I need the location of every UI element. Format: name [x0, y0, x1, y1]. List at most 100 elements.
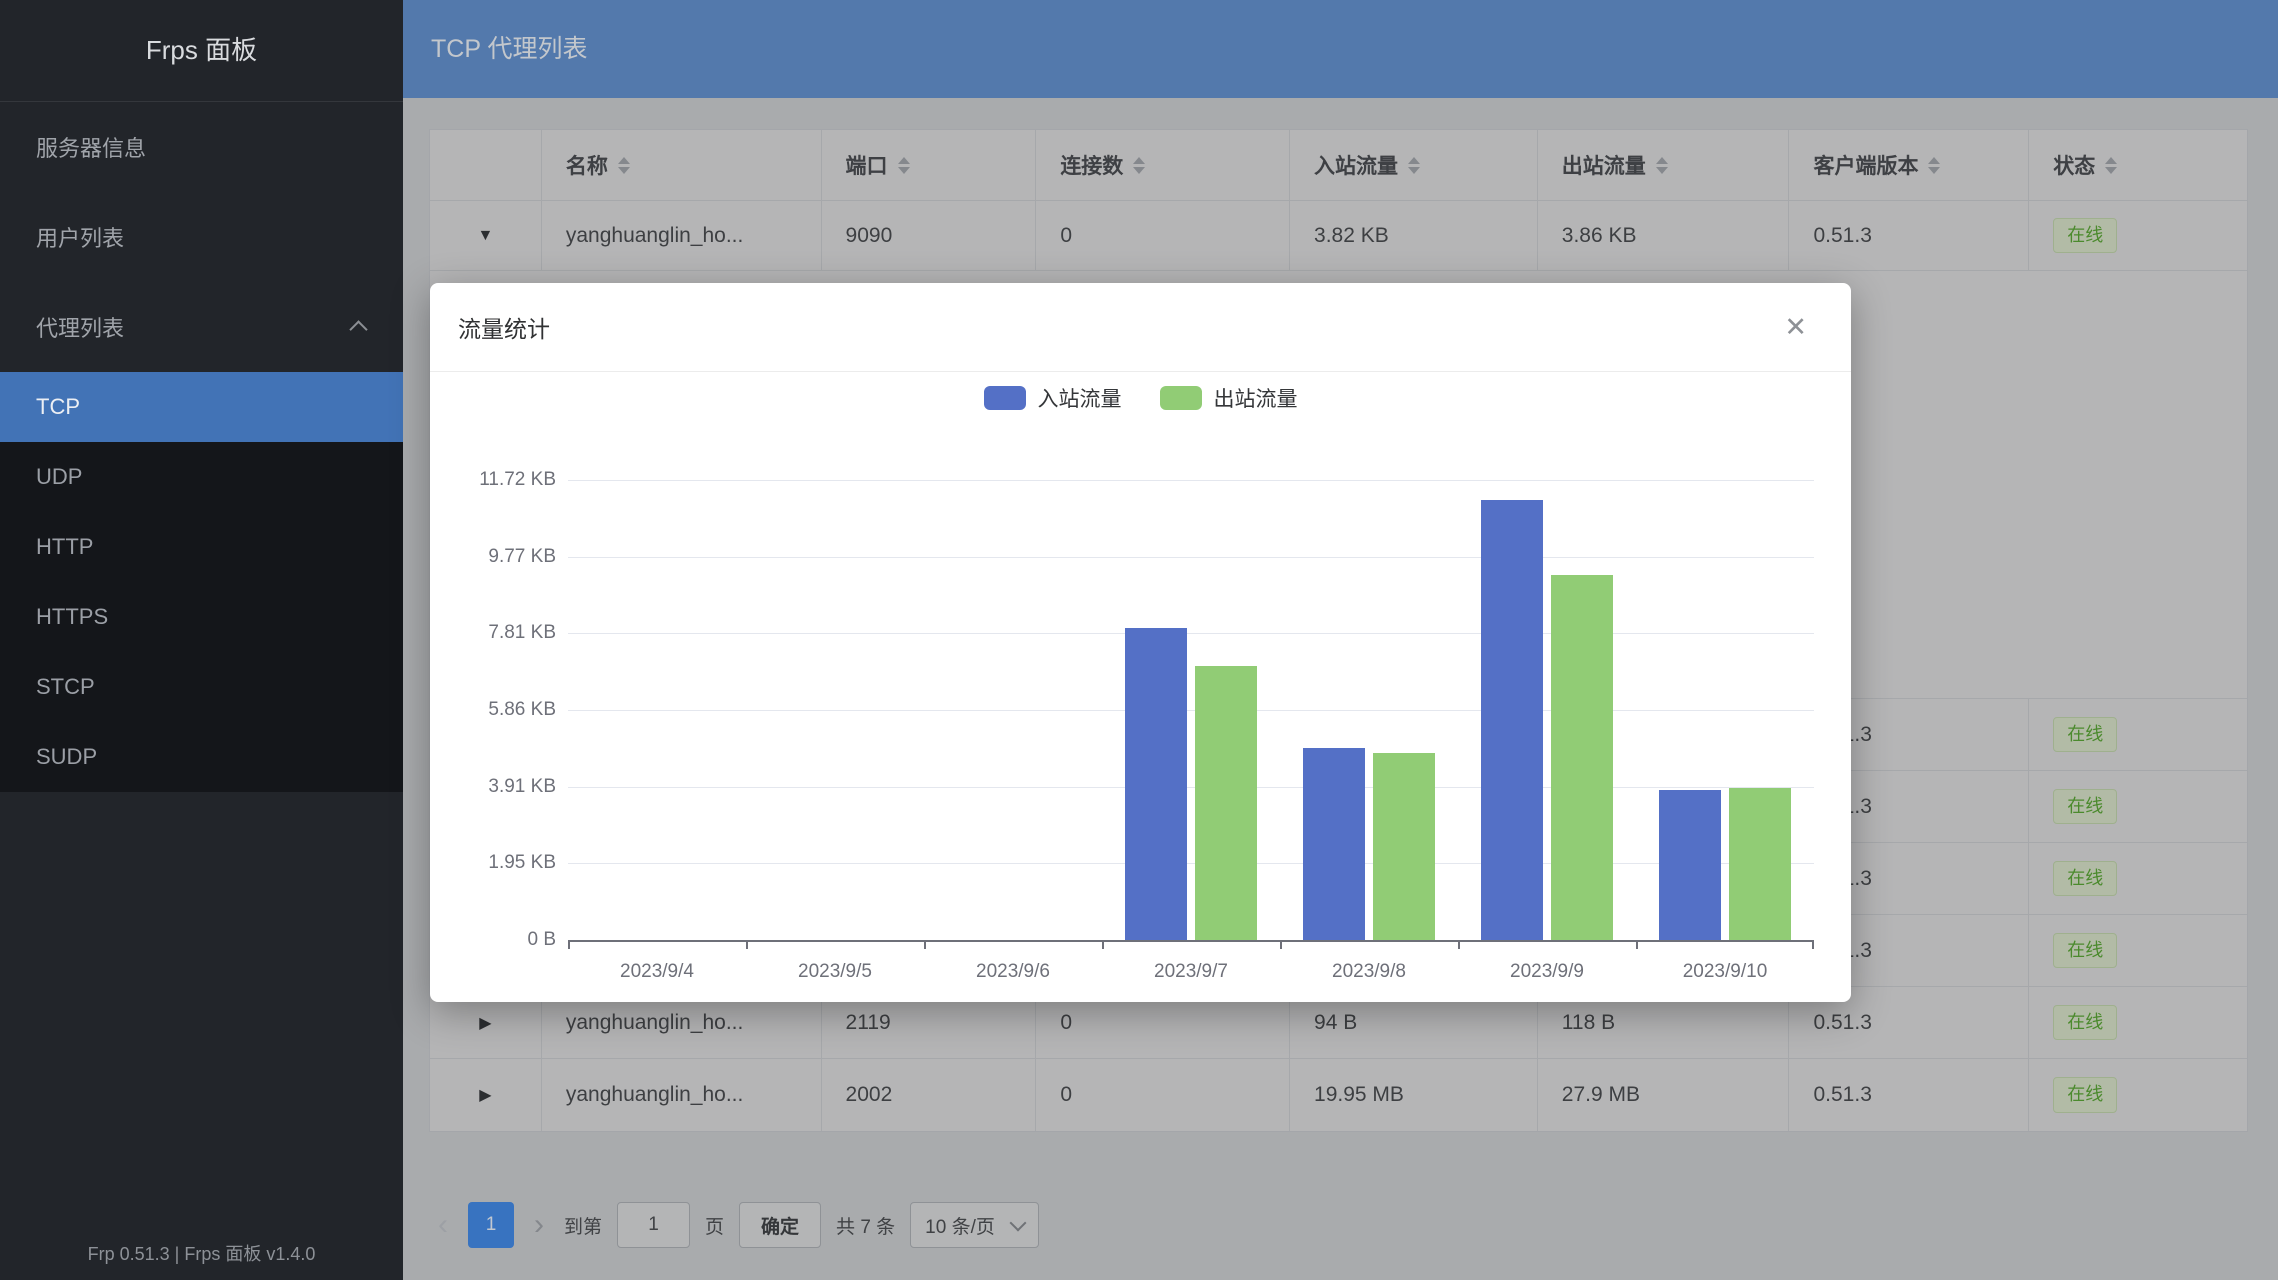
chart-bar[interactable] [1481, 500, 1543, 940]
expand-row-icon[interactable]: ▶ [479, 1013, 491, 1033]
sort-icons[interactable] [1133, 151, 1145, 180]
legend-label: 入站流量 [1038, 383, 1122, 413]
sidebar: Frps 面板 服务器信息 用户列表 代理列表 TCPUDPHTTPHTTPSS… [0, 0, 403, 1280]
gridline [568, 557, 1814, 558]
x-axis-tick-label: 2023/9/6 [928, 961, 1098, 983]
sidebar-subitem-https[interactable]: HTTPS [0, 582, 403, 652]
column-header-label: 端口 [846, 150, 888, 180]
cell-status: 在线 [2029, 843, 2247, 914]
chevron-up-icon [349, 320, 367, 338]
sort-ascending-icon [1928, 151, 1940, 164]
chart-bar[interactable] [1195, 666, 1257, 940]
prev-page-button[interactable]: ‹ [433, 1203, 453, 1247]
legend-item-入站流量[interactable]: 入站流量 [984, 383, 1122, 413]
sort-icons[interactable] [1656, 151, 1668, 180]
axis-tick [1102, 940, 1104, 949]
column-header-4: 入站流量 [1290, 130, 1538, 200]
sort-descending-icon [1133, 167, 1145, 180]
chart-bar[interactable] [1551, 575, 1613, 940]
column-header-2: 端口 [822, 130, 1037, 200]
sort-icons[interactable] [898, 151, 910, 180]
x-axis-tick-label: 2023/9/5 [750, 961, 920, 983]
x-axis-tick-label: 2023/9/9 [1462, 961, 1632, 983]
axis-tick [1636, 940, 1638, 949]
proxy-type-submenu: TCPUDPHTTPHTTPSSTCPSUDP [0, 372, 403, 792]
sort-ascending-icon [1133, 151, 1145, 164]
gridline [568, 480, 1814, 481]
sort-ascending-icon [1408, 151, 1420, 164]
modal-header: 流量统计 ✕ [430, 283, 1851, 372]
column-header-6: 客户端版本 [1789, 130, 2029, 200]
cell-status: 在线 [2029, 201, 2247, 270]
axis-tick [1280, 940, 1282, 949]
cell-status: 在线 [2029, 771, 2247, 842]
sort-ascending-icon [618, 151, 630, 164]
chart-bar[interactable] [1729, 788, 1791, 940]
status-badge: 在线 [2053, 1077, 2117, 1112]
next-page-button[interactable]: › [529, 1203, 549, 1247]
sort-icons[interactable] [2105, 151, 2117, 180]
cell-status: 在线 [2029, 1059, 2247, 1131]
sidebar-subitem-tcp[interactable]: TCP [0, 372, 403, 442]
column-header-1: 名称 [542, 130, 822, 200]
app-title: Frps 面板 [0, 0, 403, 102]
cell-connections: 0 [1036, 201, 1290, 270]
chart-bar[interactable] [1125, 628, 1187, 940]
y-axis-tick-label: 7.81 KB [438, 622, 556, 644]
expand-row-icon[interactable]: ▶ [479, 1085, 491, 1105]
sidebar-subitem-http[interactable]: HTTP [0, 512, 403, 582]
chart-bar[interactable] [1373, 753, 1435, 940]
gridline [568, 787, 1814, 788]
sidebar-item-label: 用户列表 [36, 221, 124, 253]
sidebar-subitem-stcp[interactable]: STCP [0, 652, 403, 722]
chart-bar[interactable] [1659, 790, 1721, 940]
sort-icons[interactable] [1408, 151, 1420, 180]
confirm-button[interactable]: 确定 [739, 1202, 821, 1248]
cell-traffic_in: 19.95 MB [1290, 1059, 1538, 1131]
cell-client_version: 0.51.3 [1789, 1059, 2029, 1131]
column-header-7: 状态 [2029, 130, 2247, 200]
gridline [568, 633, 1814, 634]
table-header-row: 名称端口连接数入站流量出站流量客户端版本状态 [430, 130, 2247, 201]
expand-toggle-cell[interactable]: ▶ [430, 1059, 542, 1131]
goto-page-input[interactable]: 1 [617, 1202, 690, 1248]
sidebar-item-label: 代理列表 [36, 311, 124, 343]
sidebar-item-label: 服务器信息 [36, 131, 146, 163]
legend-item-出站流量[interactable]: 出站流量 [1160, 383, 1298, 413]
sort-descending-icon [1656, 167, 1668, 180]
collapse-row-icon[interactable]: ▼ [478, 227, 494, 245]
column-header-3: 连接数 [1036, 130, 1290, 200]
page-header: TCP 代理列表 [403, 0, 2278, 98]
x-axis-tick-label: 2023/9/8 [1284, 961, 1454, 983]
cell-port: 2002 [822, 1059, 1037, 1131]
sidebar-item-user-list[interactable]: 用户列表 [0, 192, 403, 282]
page-number-button[interactable]: 1 [468, 1202, 514, 1248]
legend-swatch [984, 386, 1026, 410]
sort-icons[interactable] [618, 151, 630, 180]
y-axis-tick-label: 11.72 KB [438, 469, 556, 491]
x-axis-tick-label: 2023/9/10 [1640, 961, 1810, 983]
traffic-stats-modal: 流量统计 ✕ 入站流量出站流量 11.72 KB9.77 KB7.81 KB5.… [430, 283, 1851, 1002]
column-header-label: 状态 [2053, 150, 2095, 180]
cell-name: yanghuanglin_ho... [542, 201, 822, 270]
close-icon[interactable]: ✕ [1784, 314, 1807, 341]
sidebar-subitem-udp[interactable]: UDP [0, 442, 403, 512]
sidebar-subitem-sudp[interactable]: SUDP [0, 722, 403, 792]
gridline [568, 710, 1814, 711]
cell-traffic_out: 3.86 KB [1538, 201, 1790, 270]
cell-connections: 0 [1036, 1059, 1290, 1131]
sort-icons[interactable] [1928, 151, 1940, 180]
axis-tick [568, 940, 570, 949]
expand-toggle-cell[interactable]: ▼ [430, 201, 542, 270]
status-badge: 在线 [2053, 861, 2117, 896]
cell-status: 在线 [2029, 987, 2247, 1058]
page-size-select[interactable]: 10 条/页 [910, 1202, 1039, 1248]
cell-client_version: 0.51.3 [1789, 201, 2029, 270]
axis-tick [1812, 940, 1814, 949]
total-count-label: 共 7 条 [836, 1212, 895, 1239]
chart-bar[interactable] [1303, 748, 1365, 940]
cell-traffic_in: 3.82 KB [1290, 201, 1538, 270]
status-badge: 在线 [2053, 789, 2117, 824]
sidebar-item-proxy-list[interactable]: 代理列表 [0, 282, 403, 372]
sidebar-item-server-info[interactable]: 服务器信息 [0, 102, 403, 192]
